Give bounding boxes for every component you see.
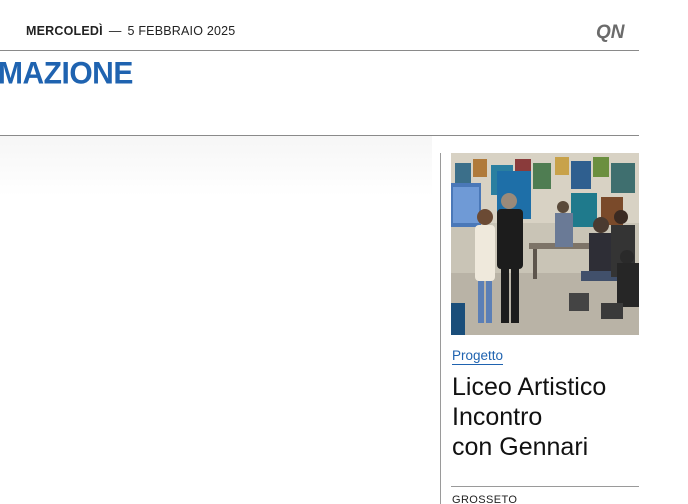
headline-line-1: Liceo Artistico <box>452 373 607 401</box>
main-content-area <box>0 136 432 504</box>
date-separator: — <box>108 24 122 38</box>
qn-logo-icon: QN QN <box>596 22 626 42</box>
article-headline[interactable]: Liceo Artistico Incontro con Gennari <box>452 372 642 462</box>
date-weekday: MERCOLEDÌ <box>26 24 103 38</box>
newspaper-page: MERCOLEDÌ — 5 FEBBRAIO 2025 QN QN MAZIONE <box>0 0 688 504</box>
headline-line-3: con Gennari <box>452 433 589 461</box>
date-line: MERCOLEDÌ — 5 FEBBRAIO 2025 <box>26 24 235 38</box>
classroom-photo-icon <box>451 153 639 335</box>
headline-line-2: Incontro <box>452 403 543 431</box>
article-location: GROSSETO <box>452 494 518 504</box>
date-text: 5 FEBBRAIO 2025 <box>127 24 236 38</box>
sidebar-divider <box>451 486 639 487</box>
qn-logo-text: QN <box>596 22 626 42</box>
article-kicker[interactable]: Progetto <box>452 348 504 365</box>
column-divider <box>440 153 441 504</box>
article-photo[interactable] <box>451 153 639 335</box>
section-title: MAZIONE <box>0 56 133 91</box>
top-divider <box>0 50 639 51</box>
